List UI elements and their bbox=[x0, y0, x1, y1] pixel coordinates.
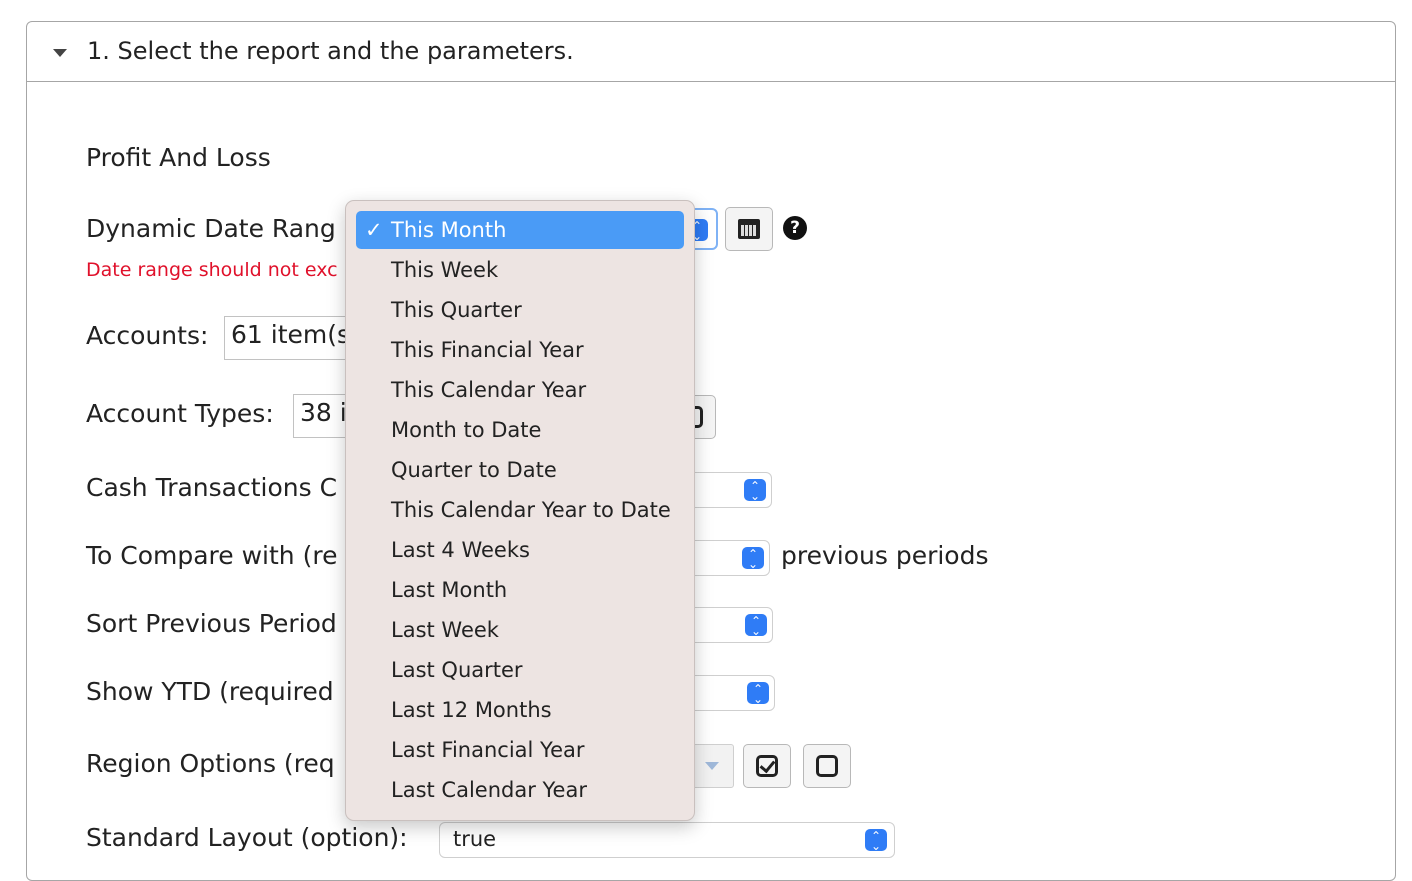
dropdown-option-last-12-months[interactable]: Last 12 Months bbox=[356, 691, 684, 729]
panel-title: 1. Select the report and the parameters. bbox=[87, 37, 574, 65]
accounts-input[interactable]: 61 item(s bbox=[224, 316, 364, 360]
standard-layout-label: Standard Layout (option): bbox=[86, 823, 408, 852]
check-square-icon bbox=[756, 755, 778, 777]
dropdown-option-this-calendar-year-to-date[interactable]: This Calendar Year to Date bbox=[356, 491, 684, 529]
sort-previous-label: Sort Previous Period bbox=[86, 609, 337, 638]
date-range-dropdown-menu: ✓ This Month This Week This Quarter This … bbox=[345, 200, 695, 821]
accounts-label: Accounts: bbox=[86, 321, 209, 350]
caret-down-icon[interactable] bbox=[53, 49, 67, 57]
compare-label: To Compare with (re bbox=[86, 541, 338, 570]
standard-layout-select[interactable]: true bbox=[439, 822, 895, 858]
dropdown-option-this-week[interactable]: This Week bbox=[356, 251, 684, 289]
question-circle-icon[interactable]: ? bbox=[783, 216, 807, 240]
dropdown-option-quarter-to-date[interactable]: Quarter to Date bbox=[356, 451, 684, 489]
report-name: Profit And Loss bbox=[86, 143, 271, 172]
select-stepper-icon bbox=[742, 543, 764, 575]
select-stepper-icon bbox=[745, 610, 767, 642]
calendar-icon bbox=[738, 219, 760, 239]
region-select-all-button[interactable] bbox=[743, 744, 791, 788]
cash-transactions-label: Cash Transactions C bbox=[86, 473, 338, 502]
dropdown-option-this-financial-year[interactable]: This Financial Year bbox=[356, 331, 684, 369]
date-range-error: Date range should not exc bbox=[86, 259, 338, 281]
dropdown-option-this-month[interactable]: ✓ This Month bbox=[356, 211, 684, 249]
region-options-label: Region Options (req bbox=[86, 749, 335, 778]
dropdown-option-last-week[interactable]: Last Week bbox=[356, 611, 684, 649]
dropdown-option-this-quarter[interactable]: This Quarter bbox=[356, 291, 684, 329]
select-stepper-icon bbox=[865, 825, 887, 857]
dropdown-option-last-month[interactable]: Last Month bbox=[356, 571, 684, 609]
standard-layout-value: true bbox=[453, 827, 497, 851]
select-stepper-icon bbox=[747, 678, 769, 710]
dropdown-option-last-financial-year[interactable]: Last Financial Year bbox=[356, 731, 684, 769]
select-stepper-icon bbox=[744, 475, 766, 507]
show-ytd-label: Show YTD (required bbox=[86, 677, 334, 706]
dropdown-option-this-calendar-year[interactable]: This Calendar Year bbox=[356, 371, 684, 409]
dropdown-option-month-to-date[interactable]: Month to Date bbox=[356, 411, 684, 449]
compare-suffix: previous periods bbox=[781, 541, 989, 570]
chevron-down-icon bbox=[705, 762, 719, 770]
account-types-label: Account Types: bbox=[86, 399, 274, 428]
panel-header[interactable]: 1. Select the report and the parameters. bbox=[27, 22, 1395, 82]
checkmark-icon: ✓ bbox=[365, 218, 383, 242]
dropdown-option-last-calendar-year[interactable]: Last Calendar Year bbox=[356, 771, 684, 809]
dropdown-option-last-4-weeks[interactable]: Last 4 Weeks bbox=[356, 531, 684, 569]
empty-square-icon bbox=[816, 755, 838, 777]
region-select-none-button[interactable] bbox=[803, 744, 851, 788]
dropdown-option-last-quarter[interactable]: Last Quarter bbox=[356, 651, 684, 689]
calendar-button[interactable] bbox=[725, 207, 773, 251]
dynamic-date-range-label: Dynamic Date Rang bbox=[86, 214, 336, 243]
